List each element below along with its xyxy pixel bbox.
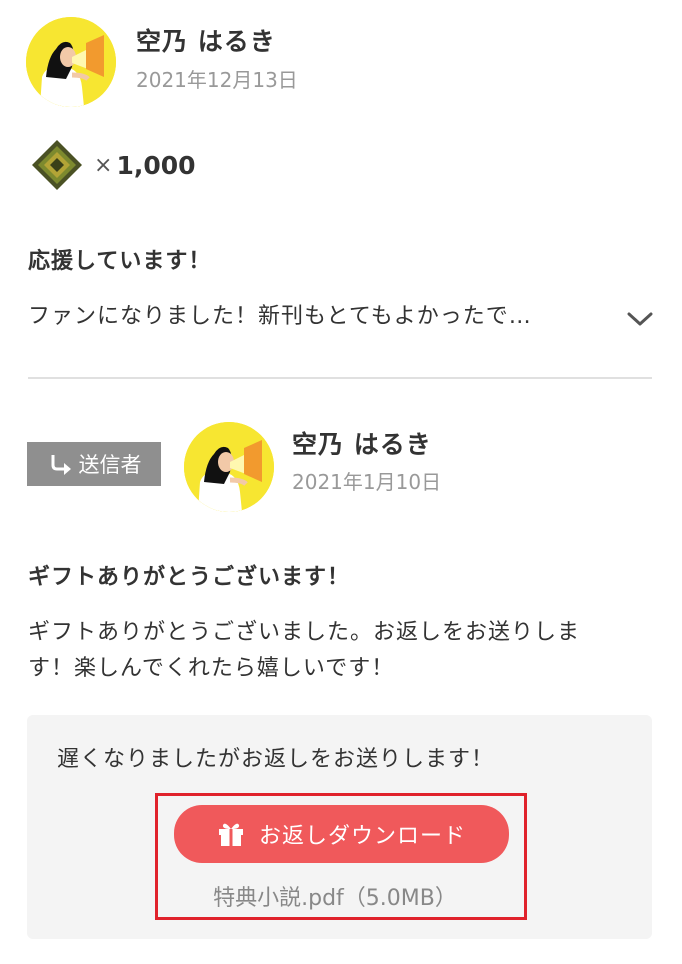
gem-icon — [32, 140, 82, 190]
gift-icon — [218, 823, 243, 846]
reply-sender-name[interactable]: 空乃 はるき — [292, 425, 432, 461]
sender-badge-label: 送信者 — [78, 453, 142, 477]
section-divider — [28, 377, 652, 379]
gift-title: 応援しています！ — [28, 249, 212, 274]
reply-message-line-1: ギフトありがとうございました。お返しをお送りしま — [28, 620, 581, 645]
megaphone-person-illustration — [184, 422, 274, 512]
reply-message-line-2: す！楽しんでくれたら嬉しいです！ — [28, 656, 395, 681]
sender-name[interactable]: 空乃 はるき — [136, 22, 276, 58]
megaphone-person-illustration — [26, 17, 116, 107]
sender-avatar[interactable] — [26, 17, 116, 107]
reply-message: ギフトありがとうございました。お返しをお送りしま す！楽しんでくれたら嬉しいです… — [28, 615, 658, 687]
chevron-down-icon — [627, 312, 653, 326]
gift-message-preview: ファンになりました！新刊もとてもよかったで… — [28, 304, 532, 329]
gift-date: 2021年12月13日 — [136, 68, 298, 92]
return-download-button[interactable]: お返しダウンロード — [174, 805, 509, 863]
return-download-label: お返しダウンロード — [258, 824, 466, 849]
expand-message-button[interactable] — [624, 305, 656, 333]
reply-arrow-icon — [51, 455, 71, 475]
reply-date: 2021年1月10日 — [292, 470, 442, 494]
return-note: 遅くなりましたがお返しをお送りします！ — [57, 747, 495, 772]
reply-avatar[interactable] — [184, 422, 274, 512]
gem-amount: 1,000 — [116, 150, 196, 180]
gem-count-row: × 1,000 — [30, 138, 196, 192]
sender-badge: 送信者 — [27, 442, 161, 486]
download-file-info: 特典小説.pdf（5.0MB） — [213, 886, 457, 911]
reply-title: ギフトありがとうございます！ — [28, 565, 351, 590]
multiply-sign: × — [94, 152, 113, 178]
